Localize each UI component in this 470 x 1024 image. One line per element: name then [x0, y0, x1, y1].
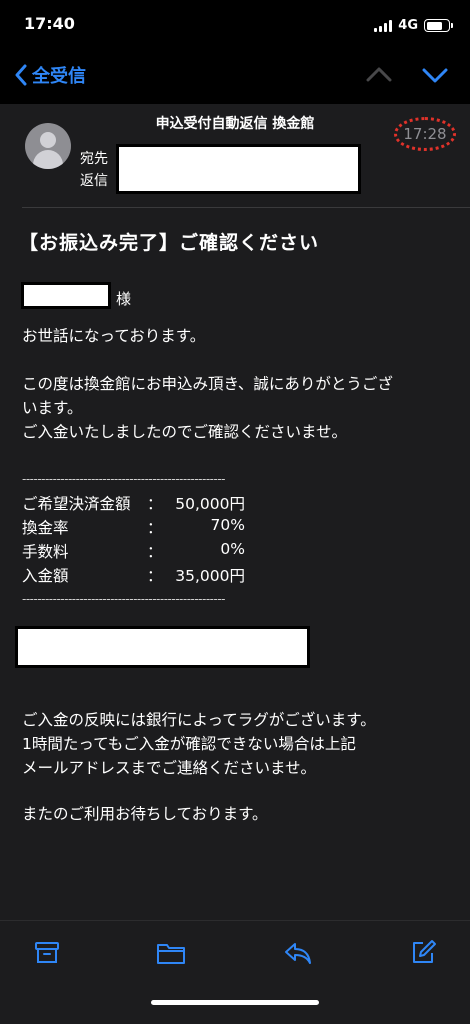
detail-row: ご希望決済金額 ： 50,000円 — [22, 492, 322, 516]
detail-value: 70% — [210, 516, 245, 534]
message-navigation — [366, 64, 448, 86]
compose-button[interactable] — [408, 939, 438, 967]
greeting-text: お世話になっております。 — [22, 327, 206, 345]
separator-bottom: ----------------------------------------… — [22, 592, 226, 606]
bottom-toolbar — [0, 920, 470, 1024]
detail-row: 換金率 ： 70% — [22, 516, 322, 540]
status-indicators: 4G — [374, 18, 453, 33]
redacted-address — [116, 144, 361, 194]
reply-button[interactable] — [283, 939, 313, 967]
to-label: 宛先 — [80, 151, 108, 167]
notice-paragraph: ご入金の反映には銀行によってラグがございます。 1時間たってもご入金が確認できな… — [22, 711, 376, 777]
signal-icon — [374, 19, 393, 32]
compose-icon — [413, 940, 436, 963]
redacted-block — [15, 626, 310, 668]
chevron-down-icon[interactable] — [422, 64, 448, 86]
reply-to-label: 返信 — [80, 173, 108, 189]
reply-icon — [285, 943, 311, 964]
nav-bar: 全受信 — [0, 50, 470, 104]
archive-button[interactable] — [32, 939, 62, 967]
honorific: 様 — [116, 290, 132, 308]
received-time: 17:28 — [394, 117, 456, 151]
detail-key: 入金額 — [22, 567, 69, 585]
detail-colon: ： — [147, 519, 163, 537]
move-button[interactable] — [156, 939, 186, 967]
detail-key: 手数料 — [22, 543, 69, 561]
header-divider — [22, 207, 470, 208]
chevron-left-icon — [15, 64, 27, 86]
detail-row: 入金額 ： 35,000円 — [22, 564, 322, 588]
home-indicator[interactable] — [151, 1000, 319, 1005]
detail-row: 手数料 ： 0% — [22, 540, 322, 564]
closing-text: またのご利用お待ちしております。 — [22, 805, 268, 823]
detail-value: 50,000円 — [175, 495, 245, 513]
redacted-recipient-name — [21, 282, 111, 309]
detail-key: ご希望決済金額 — [22, 495, 131, 513]
thanks-paragraph: この度は換金館にお申込み頂き、誠にありがとうござ います。 ご入金いたしましたの… — [22, 375, 393, 441]
status-time: 17:40 — [24, 14, 75, 33]
folder-icon — [157, 944, 185, 964]
back-label: 全受信 — [32, 66, 86, 87]
detail-colon: ： — [147, 567, 163, 585]
network-label: 4G — [398, 18, 418, 33]
mail-subject: 【お振込み完了】ご確認ください — [19, 232, 320, 254]
detail-colon: ： — [147, 495, 163, 513]
back-button[interactable]: 全受信 — [14, 62, 86, 88]
mail-view: 申込受付自動返信 換金館 宛先 返信 17:28 【お振込み完了】ご確認ください… — [0, 104, 470, 920]
detail-value: 35,000円 — [175, 567, 245, 585]
battery-icon — [424, 19, 453, 32]
avatar[interactable] — [25, 123, 71, 169]
detail-key: 換金率 — [22, 519, 69, 537]
status-bar: 17:40 4G — [0, 0, 470, 50]
chevron-up-icon[interactable] — [366, 64, 392, 86]
separator-top: ----------------------------------------… — [22, 472, 226, 486]
archive-icon — [35, 942, 59, 963]
detail-value: 0% — [220, 540, 245, 558]
detail-colon: ： — [147, 543, 163, 561]
